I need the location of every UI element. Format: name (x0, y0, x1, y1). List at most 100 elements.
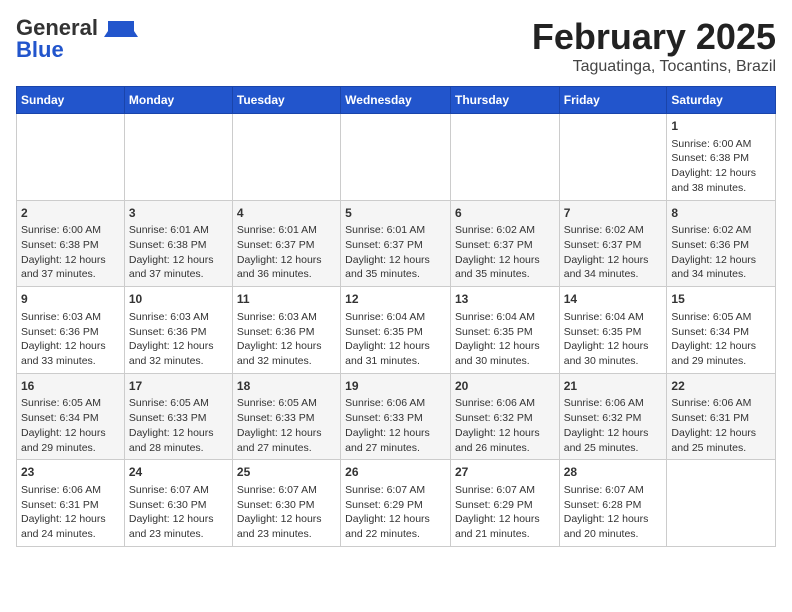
day-number: 2 (21, 205, 120, 222)
day-number: 19 (345, 378, 446, 395)
calendar-cell: 4Sunrise: 6:01 AM Sunset: 6:37 PM Daylig… (232, 200, 340, 287)
calendar-cell: 28Sunrise: 6:07 AM Sunset: 6:28 PM Dayli… (559, 460, 667, 547)
day-info: Sunrise: 6:05 AM Sunset: 6:34 PM Dayligh… (671, 310, 771, 369)
day-header-sunday: Sunday (17, 87, 125, 114)
day-info: Sunrise: 6:01 AM Sunset: 6:37 PM Dayligh… (237, 223, 336, 282)
day-info: Sunrise: 6:01 AM Sunset: 6:37 PM Dayligh… (345, 223, 446, 282)
day-number: 13 (455, 291, 555, 308)
day-header-friday: Friday (559, 87, 667, 114)
day-number: 18 (237, 378, 336, 395)
day-info: Sunrise: 6:07 AM Sunset: 6:29 PM Dayligh… (455, 483, 555, 542)
calendar-cell: 11 Sunrise: 6:03 AM Sunset: 6:36 PM Dayli… (232, 287, 340, 374)
day-header-saturday: Saturday (667, 87, 776, 114)
calendar-cell: 17Sunrise: 6:05 AM Sunset: 6:33 PM Dayli… (124, 373, 232, 460)
day-info: Sunrise: 6:06 AM Sunset: 6:32 PM Dayligh… (455, 396, 555, 455)
day-info: Sunrise: 6:02 AM Sunset: 6:37 PM Dayligh… (455, 223, 555, 282)
calendar-cell: 21Sunrise: 6:06 AM Sunset: 6:32 PM Dayli… (559, 373, 667, 460)
day-info: Sunrise: 6:03 AM Sunset: 6:36 PM Dayligh… (21, 310, 120, 369)
calendar-cell: 1 Sunrise: 6:00 AM Sunset: 6:38 PM Daylig… (667, 114, 776, 201)
day-header-thursday: Thursday (450, 87, 559, 114)
calendar-cell (450, 114, 559, 201)
day-info: Sunrise: 6:07 AM Sunset: 6:30 PM Dayligh… (129, 483, 228, 542)
calendar-cell: 26 Sunrise: 6:07 AM Sunset: 6:29 PM Dayli… (341, 460, 451, 547)
day-number: 17 (129, 378, 228, 395)
calendar-table: SundayMondayTuesdayWednesdayThursdayFrid… (16, 86, 776, 547)
day-number: 24 (129, 464, 228, 481)
calendar-cell: 14 Sunrise: 6:04 AM Sunset: 6:35 PM Dayli… (559, 287, 667, 374)
day-number: 27 (455, 464, 555, 481)
day-number: 25 (237, 464, 336, 481)
day-number: 4 (237, 205, 336, 222)
day-number: 16 (21, 378, 120, 395)
calendar-cell: 3Sunrise: 6:01 AM Sunset: 6:38 PM Daylig… (124, 200, 232, 287)
calendar-cell: 16Sunrise: 6:05 AM Sunset: 6:34 PM Dayli… (17, 373, 125, 460)
logo-icon (98, 17, 138, 41)
day-number: 26 (345, 464, 446, 481)
day-number: 14 (564, 291, 663, 308)
calendar-week-4: 16Sunrise: 6:05 AM Sunset: 6:34 PM Dayli… (17, 373, 776, 460)
calendar-cell (17, 114, 125, 201)
calendar-cell: 10Sunrise: 6:03 AM Sunset: 6:36 PM Dayli… (124, 287, 232, 374)
calendar-cell: 27 Sunrise: 6:07 AM Sunset: 6:29 PM Dayli… (450, 460, 559, 547)
calendar-cell: 22Sunrise: 6:06 AM Sunset: 6:31 PM Dayli… (667, 373, 776, 460)
day-info: Sunrise: 6:00 AM Sunset: 6:38 PM Dayligh… (21, 223, 120, 282)
day-info: Sunrise: 6:03 AM Sunset: 6:36 PM Dayligh… (129, 310, 228, 369)
calendar-cell: 15Sunrise: 6:05 AM Sunset: 6:34 PM Dayli… (667, 287, 776, 374)
calendar-cell: 6Sunrise: 6:02 AM Sunset: 6:37 PM Daylig… (450, 200, 559, 287)
day-number: 11 (237, 291, 336, 308)
calendar-cell: 20Sunrise: 6:06 AM Sunset: 6:32 PM Dayli… (450, 373, 559, 460)
day-info: Sunrise: 6:07 AM Sunset: 6:30 PM Dayligh… (237, 483, 336, 542)
calendar-cell: 19Sunrise: 6:06 AM Sunset: 6:33 PM Dayli… (341, 373, 451, 460)
calendar-cell (667, 460, 776, 547)
calendar-week-1: 1 Sunrise: 6:00 AM Sunset: 6:38 PM Daylig… (17, 114, 776, 201)
calendar-cell (559, 114, 667, 201)
day-number: 8 (671, 205, 771, 222)
day-number: 1 (671, 118, 771, 135)
day-info: Sunrise: 6:05 AM Sunset: 6:33 PM Dayligh… (129, 396, 228, 455)
day-number: 23 (21, 464, 120, 481)
day-info: Sunrise: 6:00 AM Sunset: 6:38 PM Dayligh… (671, 137, 771, 196)
calendar-cell (124, 114, 232, 201)
day-info: Sunrise: 6:04 AM Sunset: 6:35 PM Dayligh… (345, 310, 446, 369)
day-number: 28 (564, 464, 663, 481)
day-info: Sunrise: 6:06 AM Sunset: 6:33 PM Dayligh… (345, 396, 446, 455)
day-info: Sunrise: 6:07 AM Sunset: 6:29 PM Dayligh… (345, 483, 446, 542)
day-info: Sunrise: 6:06 AM Sunset: 6:32 PM Dayligh… (564, 396, 663, 455)
calendar-cell: 18Sunrise: 6:05 AM Sunset: 6:33 PM Dayli… (232, 373, 340, 460)
calendar-week-3: 9 Sunrise: 6:03 AM Sunset: 6:36 PM Daylig… (17, 287, 776, 374)
title-block: February 2025 Taguatinga, Tocantins, Bra… (532, 16, 776, 76)
calendar-cell: 7Sunrise: 6:02 AM Sunset: 6:37 PM Daylig… (559, 200, 667, 287)
page-header: General Blue February 2025 Taguatinga, T… (16, 16, 776, 76)
calendar-header-row: SundayMondayTuesdayWednesdayThursdayFrid… (17, 87, 776, 114)
day-info: Sunrise: 6:06 AM Sunset: 6:31 PM Dayligh… (671, 396, 771, 455)
day-number: 21 (564, 378, 663, 395)
logo-blue-text: Blue (16, 37, 64, 63)
calendar-cell: 25 Sunrise: 6:07 AM Sunset: 6:30 PM Dayli… (232, 460, 340, 547)
day-info: Sunrise: 6:05 AM Sunset: 6:33 PM Dayligh… (237, 396, 336, 455)
calendar-cell: 5Sunrise: 6:01 AM Sunset: 6:37 PM Daylig… (341, 200, 451, 287)
day-number: 12 (345, 291, 446, 308)
calendar-cell (232, 114, 340, 201)
calendar-week-2: 2Sunrise: 6:00 AM Sunset: 6:38 PM Daylig… (17, 200, 776, 287)
logo: General Blue (16, 16, 138, 63)
day-number: 20 (455, 378, 555, 395)
calendar-cell: 2Sunrise: 6:00 AM Sunset: 6:38 PM Daylig… (17, 200, 125, 287)
calendar-cell: 23 Sunrise: 6:06 AM Sunset: 6:31 PM Dayli… (17, 460, 125, 547)
day-info: Sunrise: 6:06 AM Sunset: 6:31 PM Dayligh… (21, 483, 120, 542)
calendar-cell: 13 Sunrise: 6:04 AM Sunset: 6:35 PM Dayli… (450, 287, 559, 374)
day-info: Sunrise: 6:03 AM Sunset: 6:36 PM Dayligh… (237, 310, 336, 369)
day-info: Sunrise: 6:05 AM Sunset: 6:34 PM Dayligh… (21, 396, 120, 455)
day-header-monday: Monday (124, 87, 232, 114)
calendar-cell (341, 114, 451, 201)
calendar-cell: 24 Sunrise: 6:07 AM Sunset: 6:30 PM Dayli… (124, 460, 232, 547)
day-number: 9 (21, 291, 120, 308)
day-info: Sunrise: 6:02 AM Sunset: 6:37 PM Dayligh… (564, 223, 663, 282)
day-number: 22 (671, 378, 771, 395)
calendar-cell: 8Sunrise: 6:02 AM Sunset: 6:36 PM Daylig… (667, 200, 776, 287)
calendar-cell: 9 Sunrise: 6:03 AM Sunset: 6:36 PM Daylig… (17, 287, 125, 374)
day-info: Sunrise: 6:04 AM Sunset: 6:35 PM Dayligh… (455, 310, 555, 369)
day-number: 5 (345, 205, 446, 222)
day-number: 3 (129, 205, 228, 222)
day-info: Sunrise: 6:04 AM Sunset: 6:35 PM Dayligh… (564, 310, 663, 369)
day-header-wednesday: Wednesday (341, 87, 451, 114)
